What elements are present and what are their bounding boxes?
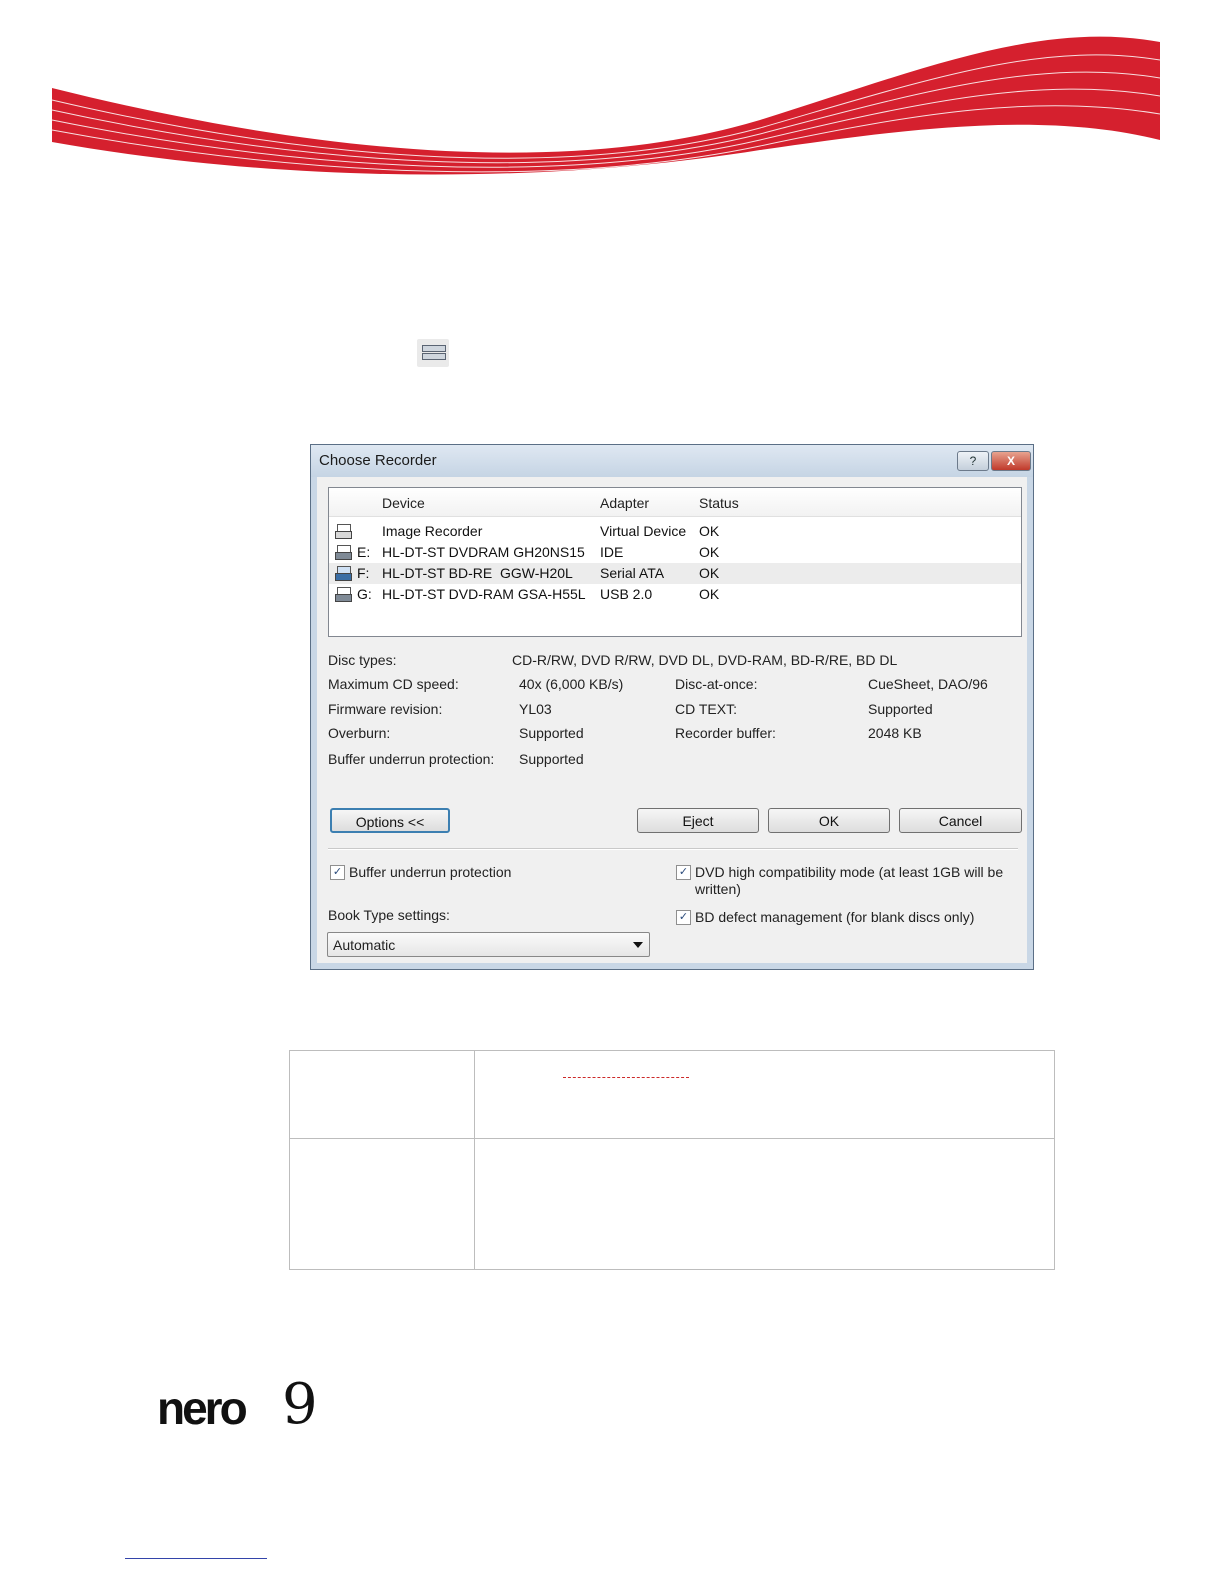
firmware-value: YL03 xyxy=(519,701,552,717)
list-item-selected[interactable]: F: HL-DT-ST BD-RE GGW-H20L Serial ATA OK xyxy=(329,563,1021,584)
book-type-select[interactable]: Automatic xyxy=(327,932,650,957)
help-button[interactable]: ? xyxy=(957,451,989,471)
row-status: OK xyxy=(699,544,720,560)
dvd-compat-label-cont: written) xyxy=(695,881,741,897)
description-table xyxy=(289,1050,1055,1270)
max-speed-value: 40x (6,000 KB/s) xyxy=(519,676,624,692)
dao-label: Disc-at-once: xyxy=(675,676,758,692)
title-bar: Choose Recorder ? X xyxy=(311,445,1033,477)
recorder-list[interactable]: Device Adapter Status Image Recorder Vir… xyxy=(328,487,1022,637)
chevron-down-icon xyxy=(633,942,643,948)
max-speed-label: Maximum CD speed: xyxy=(328,676,459,692)
link-underline xyxy=(563,1077,689,1078)
bd-defect-label: BD defect management (for blank discs on… xyxy=(695,909,975,925)
disc-types-value: CD-R/RW, DVD R/RW, DVD DL, DVD-RAM, BD-R… xyxy=(512,652,898,668)
list-item[interactable]: Image Recorder Virtual Device OK xyxy=(329,521,1021,542)
drive-icon xyxy=(335,545,352,560)
row-drive: E: xyxy=(357,544,371,560)
eject-button[interactable]: Eject xyxy=(637,808,759,833)
row-status: OK xyxy=(699,565,720,581)
row-adapter: IDE xyxy=(600,544,624,560)
ok-button[interactable]: OK xyxy=(768,808,890,833)
overburn-label: Overburn: xyxy=(328,725,391,741)
column-status[interactable]: Status xyxy=(699,495,739,511)
image-recorder-icon xyxy=(335,524,352,539)
nero-logo: nero xyxy=(157,1382,248,1434)
column-divider xyxy=(474,1051,475,1269)
row-device: HL-DT-ST DVDRAM GH20NS15 xyxy=(382,544,585,560)
drive-icon xyxy=(335,566,352,581)
row-device: Image Recorder xyxy=(382,523,483,539)
close-button[interactable]: X xyxy=(991,451,1031,471)
choose-recorder-icon xyxy=(417,339,449,367)
buffer-underrun-value: Supported xyxy=(519,751,584,767)
list-item[interactable]: E: HL-DT-ST DVDRAM GH20NS15 IDE OK xyxy=(329,542,1021,563)
row-device: HL-DT-ST DVD-RAM GSA-H55L xyxy=(382,586,586,602)
cancel-button[interactable]: Cancel xyxy=(899,808,1022,833)
dialog-client: Device Adapter Status Image Recorder Vir… xyxy=(317,477,1027,963)
list-item[interactable]: G: HL-DT-ST DVD-RAM GSA-H55L USB 2.0 OK xyxy=(329,584,1021,605)
cdtext-label: CD TEXT: xyxy=(675,701,737,717)
dialog-title: Choose Recorder xyxy=(319,452,437,469)
choose-recorder-dialog: Choose Recorder ? X Device Adapter Statu… xyxy=(310,444,1034,970)
row-drive: G: xyxy=(357,586,372,602)
drive-icon xyxy=(335,587,352,602)
bd-defect-checkbox[interactable]: ✓ xyxy=(676,910,691,925)
dvd-compat-label: DVD high compatibility mode (at least 1G… xyxy=(695,864,1004,880)
buffer-underrun-checkbox[interactable]: ✓ xyxy=(330,865,345,880)
recorder-buffer-value: 2048 KB xyxy=(868,725,922,741)
row-adapter: Serial ATA xyxy=(600,565,665,581)
overburn-value: Supported xyxy=(519,725,584,741)
recorder-buffer-label: Recorder buffer: xyxy=(675,725,776,741)
book-type-value: Automatic xyxy=(333,937,396,953)
firmware-label: Firmware revision: xyxy=(328,701,443,717)
column-adapter[interactable]: Adapter xyxy=(600,495,649,511)
book-type-label: Book Type settings: xyxy=(328,907,450,923)
header-swoosh xyxy=(51,36,1161,175)
buffer-underrun-label: Buffer underrun protection: xyxy=(328,751,495,767)
list-header: Device Adapter Status xyxy=(329,488,1021,517)
dvd-compat-checkbox[interactable]: ✓ xyxy=(676,865,691,880)
dao-value: CueSheet, DAO/96 xyxy=(868,676,988,692)
row-status: OK xyxy=(699,523,720,539)
options-button[interactable]: Options << xyxy=(330,808,450,833)
separator xyxy=(328,848,1018,850)
nero-version-logo: 9 xyxy=(282,1372,318,1437)
cdtext-value: Supported xyxy=(868,701,933,717)
buffer-underrun-option-label: Buffer underrun protection xyxy=(349,864,512,880)
row-drive: F: xyxy=(357,565,370,581)
row-adapter: USB 2.0 xyxy=(600,586,653,602)
disc-types-label: Disc types: xyxy=(328,652,397,668)
row-device: HL-DT-ST BD-RE GGW-H20L xyxy=(382,565,573,581)
row-adapter: Virtual Device xyxy=(600,523,687,539)
column-device[interactable]: Device xyxy=(382,495,425,511)
footer-link-line xyxy=(125,1558,267,1559)
row-divider xyxy=(290,1138,1054,1139)
row-status: OK xyxy=(699,586,720,602)
